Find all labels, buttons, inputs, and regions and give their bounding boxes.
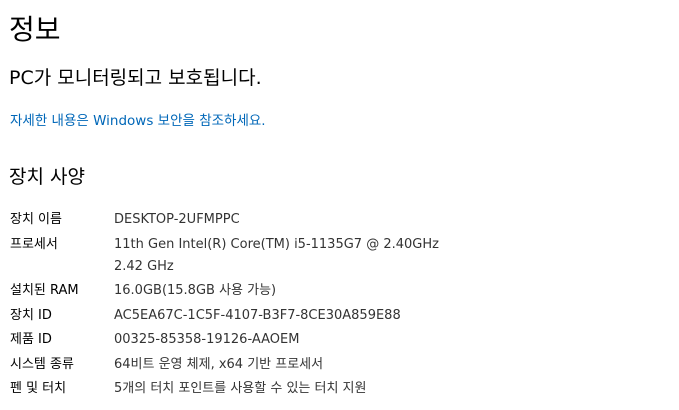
spec-label: 프로세서 bbox=[10, 236, 58, 252]
spec-value: 64비트 운영 체제, x64 기반 프로세서 bbox=[114, 354, 323, 376]
protection-status: PC가 모니터링되고 보호됩니다. bbox=[9, 67, 262, 89]
system-type-value: 64비트 운영 체제, x64 기반 프로세서 bbox=[114, 356, 324, 372]
spec-label: 장치 ID bbox=[10, 307, 52, 323]
spec-row-system-type: 시스템 종류 64비트 운영 체제, x64 기반 프로세서 bbox=[10, 354, 670, 376]
device-specs-heading: 장치 사양 bbox=[9, 166, 85, 188]
product-id-value: 00325-85358-19126-AAOEM bbox=[114, 332, 300, 347]
pen-touch-value: 5개의 터치 포인트를 사용할 수 있는 터치 지원 bbox=[114, 381, 367, 396]
spec-row-pen-touch: 펜 및 터치 5개의 터치 포인트를 사용할 수 있는 터치 지원 bbox=[10, 378, 670, 400]
spec-row-product-id: 제품 ID 00325-85358-19126-AAOEM bbox=[10, 329, 670, 351]
device-name-value: DESKTOP-2UFMPPC bbox=[114, 212, 240, 227]
spec-value: 5개의 터치 포인트를 사용할 수 있는 터치 지원 bbox=[114, 378, 366, 400]
device-specs-list: 장치 이름 DESKTOP-2UFMPPC 프로세서 11th Gen Inte… bbox=[10, 209, 670, 403]
spec-row-device-id: 장치 ID AC5EA67C-1C5F-4107-B3F7-8CE30A859E… bbox=[10, 305, 670, 327]
spec-label: 설치된 RAM bbox=[10, 283, 79, 298]
device-id-value: AC5EA67C-1C5F-4107-B3F7-8CE30A859E88 bbox=[114, 307, 401, 323]
spec-label: 펜 및 터치 bbox=[10, 381, 67, 396]
about-page: 정보 PC가 모니터링되고 보호됩니다. 자세한 내용은 Windows 보안을… bbox=[0, 0, 679, 410]
spec-value: 00325-85358-19126-AAOEM bbox=[114, 329, 299, 351]
spec-row-installed-ram: 설치된 RAM 16.0GB(15.8GB 사용 가능) bbox=[10, 280, 670, 302]
spec-value: AC5EA67C-1C5F-4107-B3F7-8CE30A859E88 bbox=[114, 305, 401, 327]
spec-label: 제품 ID bbox=[10, 332, 52, 347]
processor-speed-value: 2.42 GHz bbox=[114, 258, 174, 274]
spec-row-processor: 프로세서 11th Gen Intel(R) Core(TM) i5-1135G… bbox=[10, 234, 670, 278]
processor-name-value: 11th Gen Intel(R) Core(TM) i5-1135G7 @ 2… bbox=[114, 236, 439, 252]
spec-label: 시스템 종류 bbox=[10, 356, 74, 372]
windows-security-link[interactable]: 자세한 내용은 Windows 보안을 참조하세요. bbox=[10, 110, 266, 132]
spec-value: 11th Gen Intel(R) Core(TM) i5-1135G7 @ 2… bbox=[114, 234, 439, 278]
spec-value: 16.0GB(15.8GB 사용 가능) bbox=[114, 280, 276, 302]
spec-row-device-name: 장치 이름 DESKTOP-2UFMPPC bbox=[10, 209, 670, 231]
spec-value: DESKTOP-2UFMPPC bbox=[114, 209, 240, 231]
installed-ram-value: 16.0GB(15.8GB 사용 가능) bbox=[114, 283, 277, 298]
spec-label: 장치 이름 bbox=[10, 212, 62, 227]
page-title: 정보 bbox=[9, 13, 61, 46]
